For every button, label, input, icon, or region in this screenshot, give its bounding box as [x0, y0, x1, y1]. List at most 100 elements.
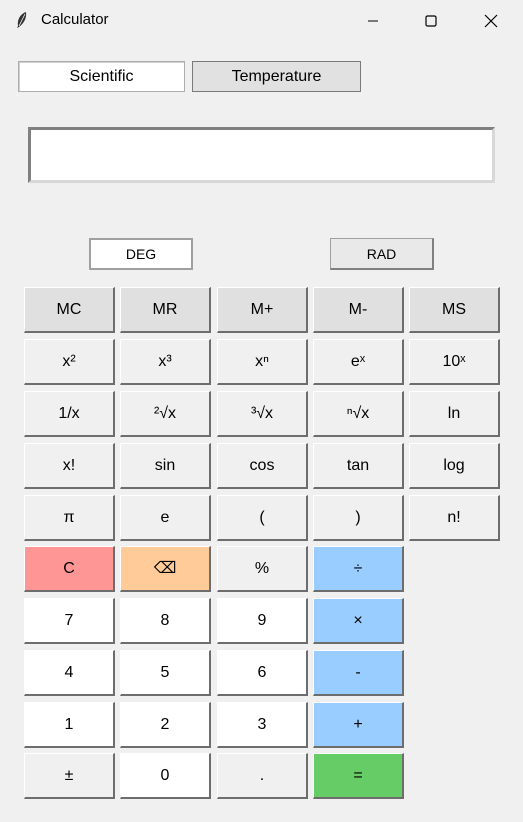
square-root-button[interactable]: ²√x	[120, 391, 211, 437]
euler-button[interactable]: e	[120, 495, 211, 541]
key-label: ±	[64, 766, 74, 784]
pi-button[interactable]: π	[24, 495, 115, 541]
key-label: 7	[64, 611, 74, 629]
key-label: π	[63, 508, 75, 526]
digit-7-button[interactable]: 7	[24, 598, 115, 644]
key-label: ×	[353, 611, 363, 629]
key-label: 10ˣ	[442, 352, 466, 370]
minimize-icon	[368, 20, 378, 21]
key-label: 0	[160, 766, 170, 784]
clear-button[interactable]: C	[24, 546, 115, 592]
digit-3-button[interactable]: 3	[217, 702, 308, 748]
key-label: 5	[160, 663, 170, 681]
tan-button[interactable]: tan	[313, 443, 404, 489]
key-label: 6	[257, 663, 267, 681]
display-field[interactable]	[28, 127, 495, 183]
cube-button[interactable]: x³	[120, 339, 211, 385]
key-label: 4	[64, 663, 74, 681]
key-label: ²√x	[153, 404, 177, 422]
key-label: ⁿ√x	[346, 404, 370, 422]
memory-store-button[interactable]: MS	[409, 287, 500, 333]
digit-9-button[interactable]: 9	[217, 598, 308, 644]
key-label: +	[353, 715, 363, 733]
key-label: ³√x	[250, 404, 274, 422]
key-label: x³	[158, 352, 172, 370]
key-label: cos	[249, 456, 275, 474]
tab-temperature[interactable]: Temperature	[192, 61, 361, 92]
key-label: ln	[447, 404, 461, 422]
close-icon	[484, 14, 498, 27]
key-label: ⌫	[153, 559, 177, 577]
key-label: (	[259, 508, 265, 526]
key-label: 9	[257, 611, 267, 629]
key-label: M-	[348, 300, 368, 318]
square-button[interactable]: x²	[24, 339, 115, 385]
maximize-button[interactable]	[401, 0, 461, 41]
key-label: x!	[62, 456, 76, 474]
log-button[interactable]: log	[409, 443, 500, 489]
decimal-button[interactable]: .	[217, 753, 308, 799]
digit-5-button[interactable]: 5	[120, 650, 211, 696]
digit-0-button[interactable]: 0	[120, 753, 211, 799]
digit-8-button[interactable]: 8	[120, 598, 211, 644]
minimize-button[interactable]	[343, 0, 403, 41]
key-label: %	[254, 559, 270, 577]
memory-add-button[interactable]: M+	[217, 287, 308, 333]
memory-recall-button[interactable]: MR	[120, 287, 211, 333]
minus-button[interactable]: -	[313, 650, 404, 696]
reciprocal-button[interactable]: 1/x	[24, 391, 115, 437]
key-label: MC	[56, 300, 82, 318]
key-label: x²	[62, 352, 76, 370]
plus-button[interactable]: +	[313, 702, 404, 748]
multiply-button[interactable]: ×	[313, 598, 404, 644]
key-label: 3	[257, 715, 267, 733]
close-paren-button[interactable]: )	[313, 495, 404, 541]
ten-power-button[interactable]: 10ˣ	[409, 339, 500, 385]
nth-root-button[interactable]: ⁿ√x	[313, 391, 404, 437]
key-label: )	[355, 508, 361, 526]
key-label: =	[353, 766, 363, 784]
key-label: log	[443, 456, 465, 474]
key-label: tan	[346, 456, 370, 474]
window-title: Calculator	[41, 11, 109, 28]
key-label: 1/x	[58, 404, 80, 422]
factorial-button[interactable]: x!	[24, 443, 115, 489]
key-label: 2	[160, 715, 170, 733]
cube-root-button[interactable]: ³√x	[217, 391, 308, 437]
digit-6-button[interactable]: 6	[217, 650, 308, 696]
n-factorial-button[interactable]: n!	[409, 495, 500, 541]
key-label: MS	[442, 300, 466, 318]
key-label: 8	[160, 611, 170, 629]
percent-button[interactable]: %	[217, 546, 308, 592]
digit-1-button[interactable]: 1	[24, 702, 115, 748]
key-label: sin	[154, 456, 176, 474]
key-label: M+	[250, 300, 274, 318]
memory-subtract-button[interactable]: M-	[313, 287, 404, 333]
sin-button[interactable]: sin	[120, 443, 211, 489]
negate-button[interactable]: ±	[24, 753, 115, 799]
backspace-button[interactable]: ⌫	[120, 546, 211, 592]
divide-button[interactable]: ÷	[313, 546, 404, 592]
open-paren-button[interactable]: (	[217, 495, 308, 541]
key-label: n!	[447, 508, 461, 526]
cos-button[interactable]: cos	[217, 443, 308, 489]
exp-button[interactable]: eˣ	[313, 339, 404, 385]
key-label: -	[355, 663, 361, 681]
digit-4-button[interactable]: 4	[24, 650, 115, 696]
memory-clear-button[interactable]: MC	[24, 287, 115, 333]
digit-2-button[interactable]: 2	[120, 702, 211, 748]
key-label: MR	[152, 300, 178, 318]
ln-button[interactable]: ln	[409, 391, 500, 437]
power-button[interactable]: xⁿ	[217, 339, 308, 385]
key-label: 1	[64, 715, 74, 733]
title-bar: Calculator	[0, 0, 523, 41]
equals-button[interactable]: =	[313, 753, 404, 799]
key-label: e	[160, 508, 170, 526]
deg-button[interactable]: DEG	[89, 238, 193, 270]
key-label: xⁿ	[255, 352, 269, 370]
tab-scientific[interactable]: Scientific	[18, 61, 185, 92]
close-button[interactable]	[461, 0, 521, 41]
key-label: eˣ	[350, 352, 366, 370]
rad-button[interactable]: RAD	[330, 238, 434, 270]
key-label: ÷	[353, 559, 363, 577]
